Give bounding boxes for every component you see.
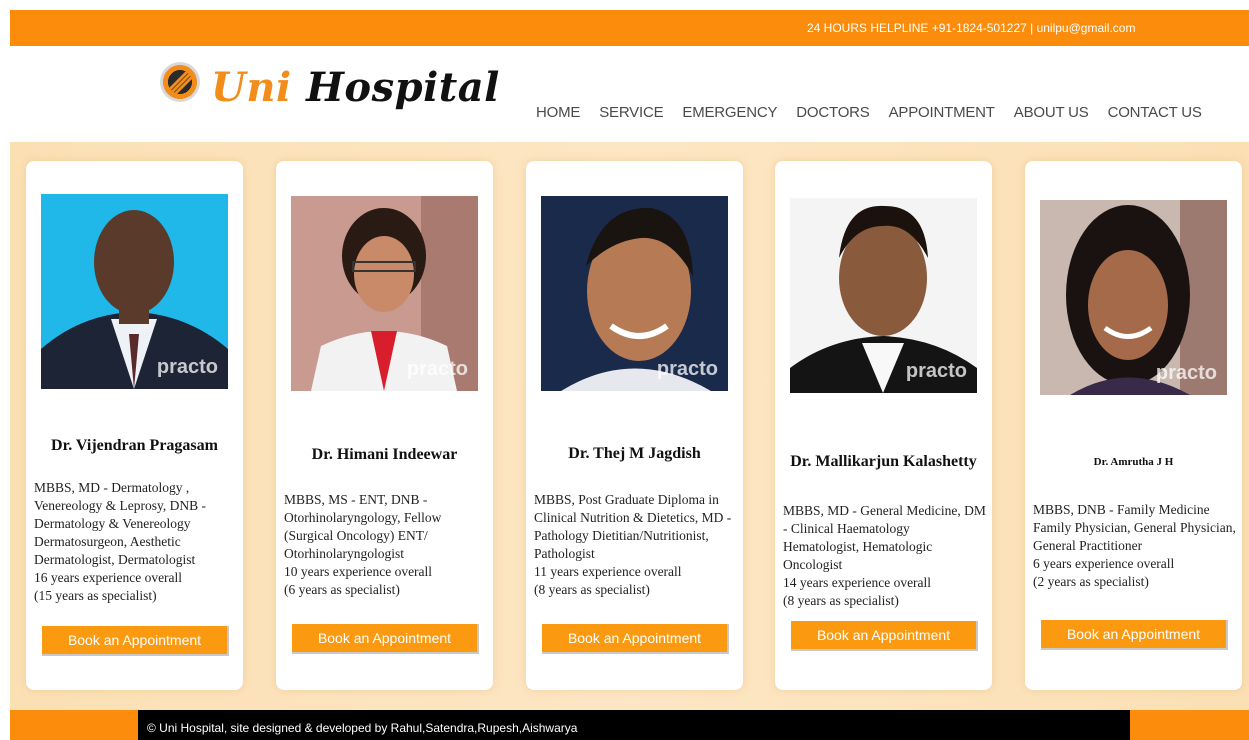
doctor-card: practo Dr. Mallikarjun Kalashetty MBBS, … [775, 161, 992, 690]
doctor-name: Dr. Vijendran Pragasam [51, 437, 218, 454]
nav-contact-us[interactable]: CONTACT US [1108, 104, 1202, 121]
doctor-info: MBBS, MD - General Medicine, DM - Clinic… [783, 502, 987, 610]
helpline-text: 24 HOURS HELPLINE +91-1824-501227 | unil… [807, 21, 1136, 35]
doctor-specialist-years: (2 years as specialist) [1033, 574, 1149, 589]
doctor-card: practo Dr. Thej M Jagdish MBBS, Post Gra… [526, 161, 743, 690]
doctor-photo: practo [1040, 200, 1227, 395]
doctor-specialist-years: (8 years as specialist) [534, 582, 650, 597]
doctor-card: practo Dr. Himani Indeewar MBBS, MS - EN… [276, 161, 493, 690]
nav-home[interactable]: HOME [536, 104, 580, 121]
nav-service[interactable]: SERVICE [599, 104, 663, 121]
book-appointment-button[interactable]: Book an Appointment [42, 626, 229, 656]
doctor-info: MBBS, MS - ENT, DNB - Otorhinolaryngolog… [284, 491, 488, 599]
doctor-name: Dr. Amrutha J H [1093, 456, 1174, 468]
nav-about-us[interactable]: ABOUT US [1014, 104, 1089, 121]
doctor-experience: 11 years experience overall [534, 564, 682, 579]
header: Uni Hospital HOME SERVICE EMERGENCY DOCT… [10, 46, 1249, 142]
doctor-experience: 14 years experience overall [783, 575, 932, 590]
doctor-experience: 16 years experience overall [34, 570, 183, 585]
doctor-qualifications: MBBS, MD - General Medicine, DM - Clinic… [783, 503, 986, 572]
footer-copyright: © Uni Hospital, site designed & develope… [138, 710, 1130, 740]
doctor-name: Dr. Himani Indeewar [311, 446, 458, 463]
doctor-info: MBBS, DNB - Family Medicine Family Physi… [1033, 501, 1237, 591]
practo-watermark: practo [1155, 362, 1217, 384]
hospital-logo-text[interactable]: Uni Hospital [211, 64, 500, 111]
doctor-card: practo Dr. Vijendran Pragasam MBBS, MD -… [26, 161, 243, 690]
book-appointment-button[interactable]: Book an Appointment [1041, 620, 1228, 650]
practo-watermark: practo [156, 356, 218, 378]
doctor-photo: practo [541, 196, 728, 391]
doctor-name: Dr. Thej M Jagdish [568, 445, 701, 462]
nav-emergency[interactable]: EMERGENCY [682, 104, 777, 121]
doctor-photo: practo [291, 196, 478, 391]
doctor-experience: 6 years experience overall [1033, 556, 1175, 571]
doctor-specialist-years: (15 years as specialist) [34, 588, 157, 603]
practo-watermark: practo [406, 358, 468, 380]
doctor-specialist-years: (6 years as specialist) [284, 582, 400, 597]
top-bar: 24 HOURS HELPLINE +91-1824-501227 | unil… [10, 10, 1249, 46]
doctor-specialist-years: (8 years as specialist) [783, 593, 899, 608]
doctors-section: practo Dr. Vijendran Pragasam MBBS, MD -… [10, 142, 1249, 710]
logo-uni: Uni [211, 64, 292, 111]
hospital-logo-icon[interactable] [160, 62, 200, 102]
doctor-photo: practo [790, 198, 977, 393]
book-appointment-button[interactable]: Book an Appointment [791, 621, 978, 651]
doctor-name: Dr. Mallikarjun Kalashetty [790, 453, 977, 470]
doctor-qualifications: MBBS, MD - Dermatology , Venereology & L… [34, 480, 206, 567]
doctor-qualifications: MBBS, Post Graduate Diploma in Clinical … [534, 492, 732, 561]
doctor-info: MBBS, MD - Dermatology , Venereology & L… [34, 479, 238, 605]
logo-hospital: Hospital [306, 64, 500, 111]
doctor-qualifications: MBBS, DNB - Family Medicine Family Physi… [1033, 502, 1236, 553]
doctor-card: practo Dr. Amrutha J H MBBS, DNB - Famil… [1025, 161, 1242, 690]
doctor-qualifications: MBBS, MS - ENT, DNB - Otorhinolaryngolog… [284, 492, 442, 561]
doctor-info: MBBS, Post Graduate Diploma in Clinical … [534, 491, 738, 599]
book-appointment-button[interactable]: Book an Appointment [542, 624, 729, 654]
nav-appointment[interactable]: APPOINTMENT [889, 104, 995, 121]
practo-watermark: practo [656, 358, 718, 380]
doctor-experience: 10 years experience overall [284, 564, 433, 579]
practo-watermark: practo [905, 360, 967, 382]
doctor-photo: practo [41, 194, 228, 389]
nav-doctors[interactable]: DOCTORS [796, 104, 870, 121]
main-nav: HOME SERVICE EMERGENCY DOCTORS APPOINTME… [536, 104, 1221, 121]
book-appointment-button[interactable]: Book an Appointment [292, 624, 479, 654]
